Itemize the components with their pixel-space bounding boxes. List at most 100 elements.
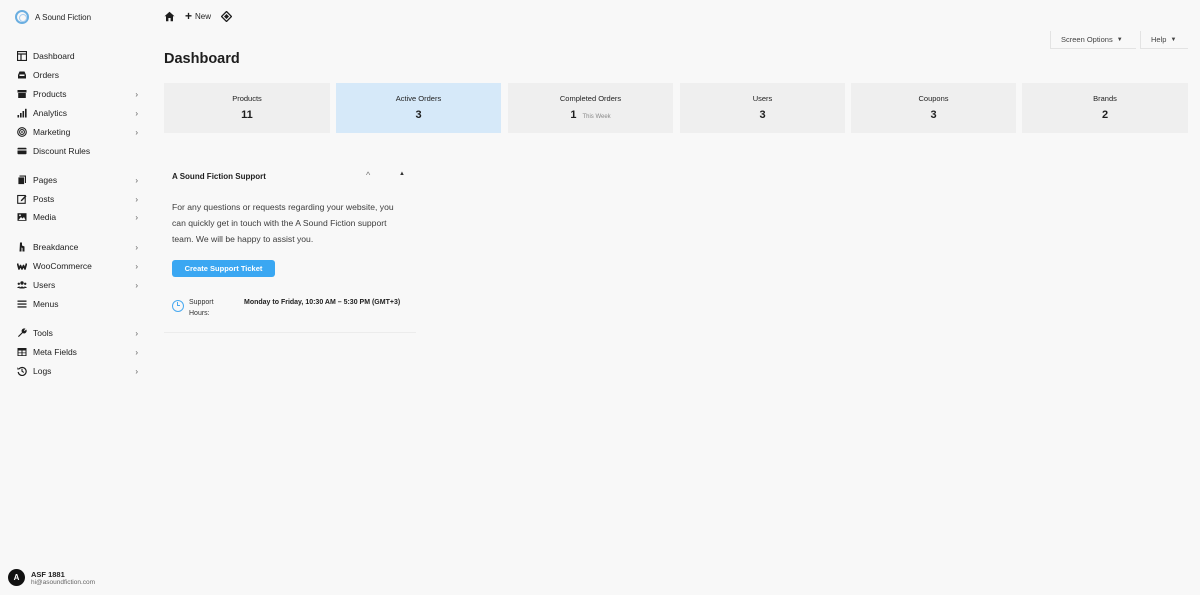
sidebar-item-analytics[interactable]: Analytics › [16, 105, 138, 121]
edit-icon [16, 194, 27, 205]
chevron-right-icon: › [135, 261, 138, 271]
brand-logo-icon [15, 10, 29, 24]
sidebar-item-dashboard[interactable]: Dashboard [16, 48, 138, 64]
sidebar-item-label: Tools [33, 328, 53, 338]
sidebar-item-logs[interactable]: Logs › [16, 363, 138, 379]
screen-options-label: Screen Options [1061, 35, 1113, 44]
stat-card-brands[interactable]: Brands 2 [1022, 83, 1188, 133]
chevron-right-icon: › [135, 328, 138, 338]
sidebar-item-tools[interactable]: Tools › [16, 325, 138, 341]
chevron-right-icon: › [135, 347, 138, 357]
stat-card-products[interactable]: Products 11 [164, 83, 330, 133]
sidebar-item-label: Discount Rules [33, 146, 91, 156]
support-widget: A Sound Fiction Support ^ ▲ For any ques… [164, 163, 416, 333]
image-icon [16, 212, 27, 223]
stat-label: Products [232, 94, 262, 103]
stat-value: 3 [415, 109, 422, 121]
sidebar-item-label: Pages [33, 175, 58, 185]
target-icon [16, 127, 27, 138]
sidebar-item-label: Analytics [33, 108, 68, 118]
caret-down-icon: ▼ [1116, 36, 1123, 43]
pages-icon [16, 175, 27, 186]
user-email: hi@asoundfiction.com [31, 578, 96, 586]
sidebar-item-label: Media [33, 212, 57, 222]
users-icon [16, 280, 27, 291]
support-hours-value: Monday to Friday, 10:30 AM – 5:30 PM (GM… [244, 299, 401, 306]
stat-sublabel: This Week [582, 114, 611, 120]
sidebar-item-label: Orders [33, 70, 59, 80]
help-button[interactable]: Help ▼ [1140, 31, 1188, 49]
user-info: ASF 1881 hi@asoundfiction.com [31, 570, 95, 586]
sidebar-item-label: Meta Fields [33, 347, 77, 357]
user-profile[interactable]: A ASF 1881 hi@asoundfiction.com [8, 569, 95, 586]
move-up-icon[interactable]: ▲ [399, 171, 405, 177]
stat-value: 11 [241, 109, 253, 121]
stat-card-completed-orders[interactable]: Completed Orders 1 This Week [508, 83, 673, 133]
sidebar-item-label: Products [33, 89, 67, 99]
new-label: New [195, 11, 212, 21]
sidebar-item-label: Users [33, 280, 56, 290]
dashboard-icon [16, 51, 27, 62]
sidebar-item-label: Logs [33, 366, 52, 376]
archive-icon [16, 89, 27, 100]
user-name: ASF 1881 [31, 569, 65, 579]
screen-options-button[interactable]: Screen Options ▼ [1050, 31, 1136, 49]
chevron-right-icon: › [135, 366, 138, 376]
sidebar-item-label: Breakdance [33, 242, 79, 252]
sidebar-item-menus[interactable]: Menus [16, 296, 138, 312]
chevron-right-icon: › [135, 175, 138, 185]
stat-label: Users [752, 94, 773, 103]
chevron-right-icon: › [135, 194, 138, 204]
new-content-button[interactable]: + New [185, 9, 212, 23]
stat-value: 3 [930, 109, 937, 121]
stat-value: 3 [759, 109, 766, 121]
caret-down-icon: ▼ [1170, 36, 1177, 43]
sidebar-item-posts[interactable]: Posts › [16, 191, 138, 207]
stat-label: Brands [1093, 94, 1117, 103]
support-hours: Support Hours: Monday to Friday, 10:30 A… [172, 296, 412, 320]
wrench-icon [16, 328, 27, 339]
help-label: Help [1151, 35, 1167, 44]
create-support-ticket-button[interactable]: Create Support Ticket [172, 260, 275, 277]
home-icon[interactable] [164, 11, 175, 22]
diamond-icon[interactable] [221, 10, 233, 22]
sidebar-item-marketing[interactable]: Marketing › [16, 124, 138, 140]
stat-label: Completed Orders [559, 94, 622, 103]
sidebar-item-label: WooCommerce [33, 261, 92, 271]
stat-value: 2 [1101, 109, 1109, 121]
inbox-icon [16, 70, 27, 81]
chevron-up-icon[interactable]: ^ [366, 170, 370, 180]
stat-card-coupons[interactable]: Coupons 3 [851, 83, 1016, 133]
brand[interactable]: A Sound Fiction [15, 10, 91, 24]
stat-card-users[interactable]: Users 3 [680, 83, 845, 133]
woocommerce-icon [16, 261, 27, 272]
page-title: Dashboard [164, 51, 240, 67]
credit-card-icon [16, 146, 27, 157]
sidebar-item-discount-rules[interactable]: Discount Rules [16, 143, 138, 159]
chevron-right-icon: › [135, 242, 138, 252]
avatar: A [8, 569, 25, 586]
sidebar-item-label: Marketing [33, 127, 71, 137]
sidebar-item-media[interactable]: Media › [16, 209, 138, 225]
sidebar-item-users[interactable]: Users › [16, 277, 138, 293]
widget-title: A Sound Fiction Support [172, 172, 266, 181]
sidebar-item-meta-fields[interactable]: Meta Fields › [16, 344, 138, 360]
sidebar-item-products[interactable]: Products › [16, 86, 138, 102]
chevron-right-icon: › [135, 280, 138, 290]
stat-card-active-orders[interactable]: Active Orders 3 [336, 83, 501, 133]
clock-icon [172, 300, 184, 312]
sidebar-item-orders[interactable]: Orders [16, 67, 138, 83]
menu-icon [16, 299, 27, 310]
chevron-right-icon: › [135, 108, 138, 118]
sidebar-item-label: Posts [33, 194, 55, 204]
sidebar-item-woocommerce[interactable]: WooCommerce › [16, 258, 138, 274]
sidebar-item-breakdance[interactable]: Breakdance › [16, 239, 138, 255]
admin-toolbar: + New [164, 8, 233, 24]
brand-name: A Sound Fiction [35, 12, 92, 22]
plus-icon: + [185, 9, 193, 23]
sidebar: A Sound Fiction Dashboard Orders Product… [0, 0, 152, 595]
table-icon [16, 347, 27, 358]
support-hours-label: Support Hours: [189, 299, 214, 317]
sidebar-item-pages[interactable]: Pages › [16, 172, 138, 188]
support-description: For any questions or requests regarding … [172, 202, 394, 244]
